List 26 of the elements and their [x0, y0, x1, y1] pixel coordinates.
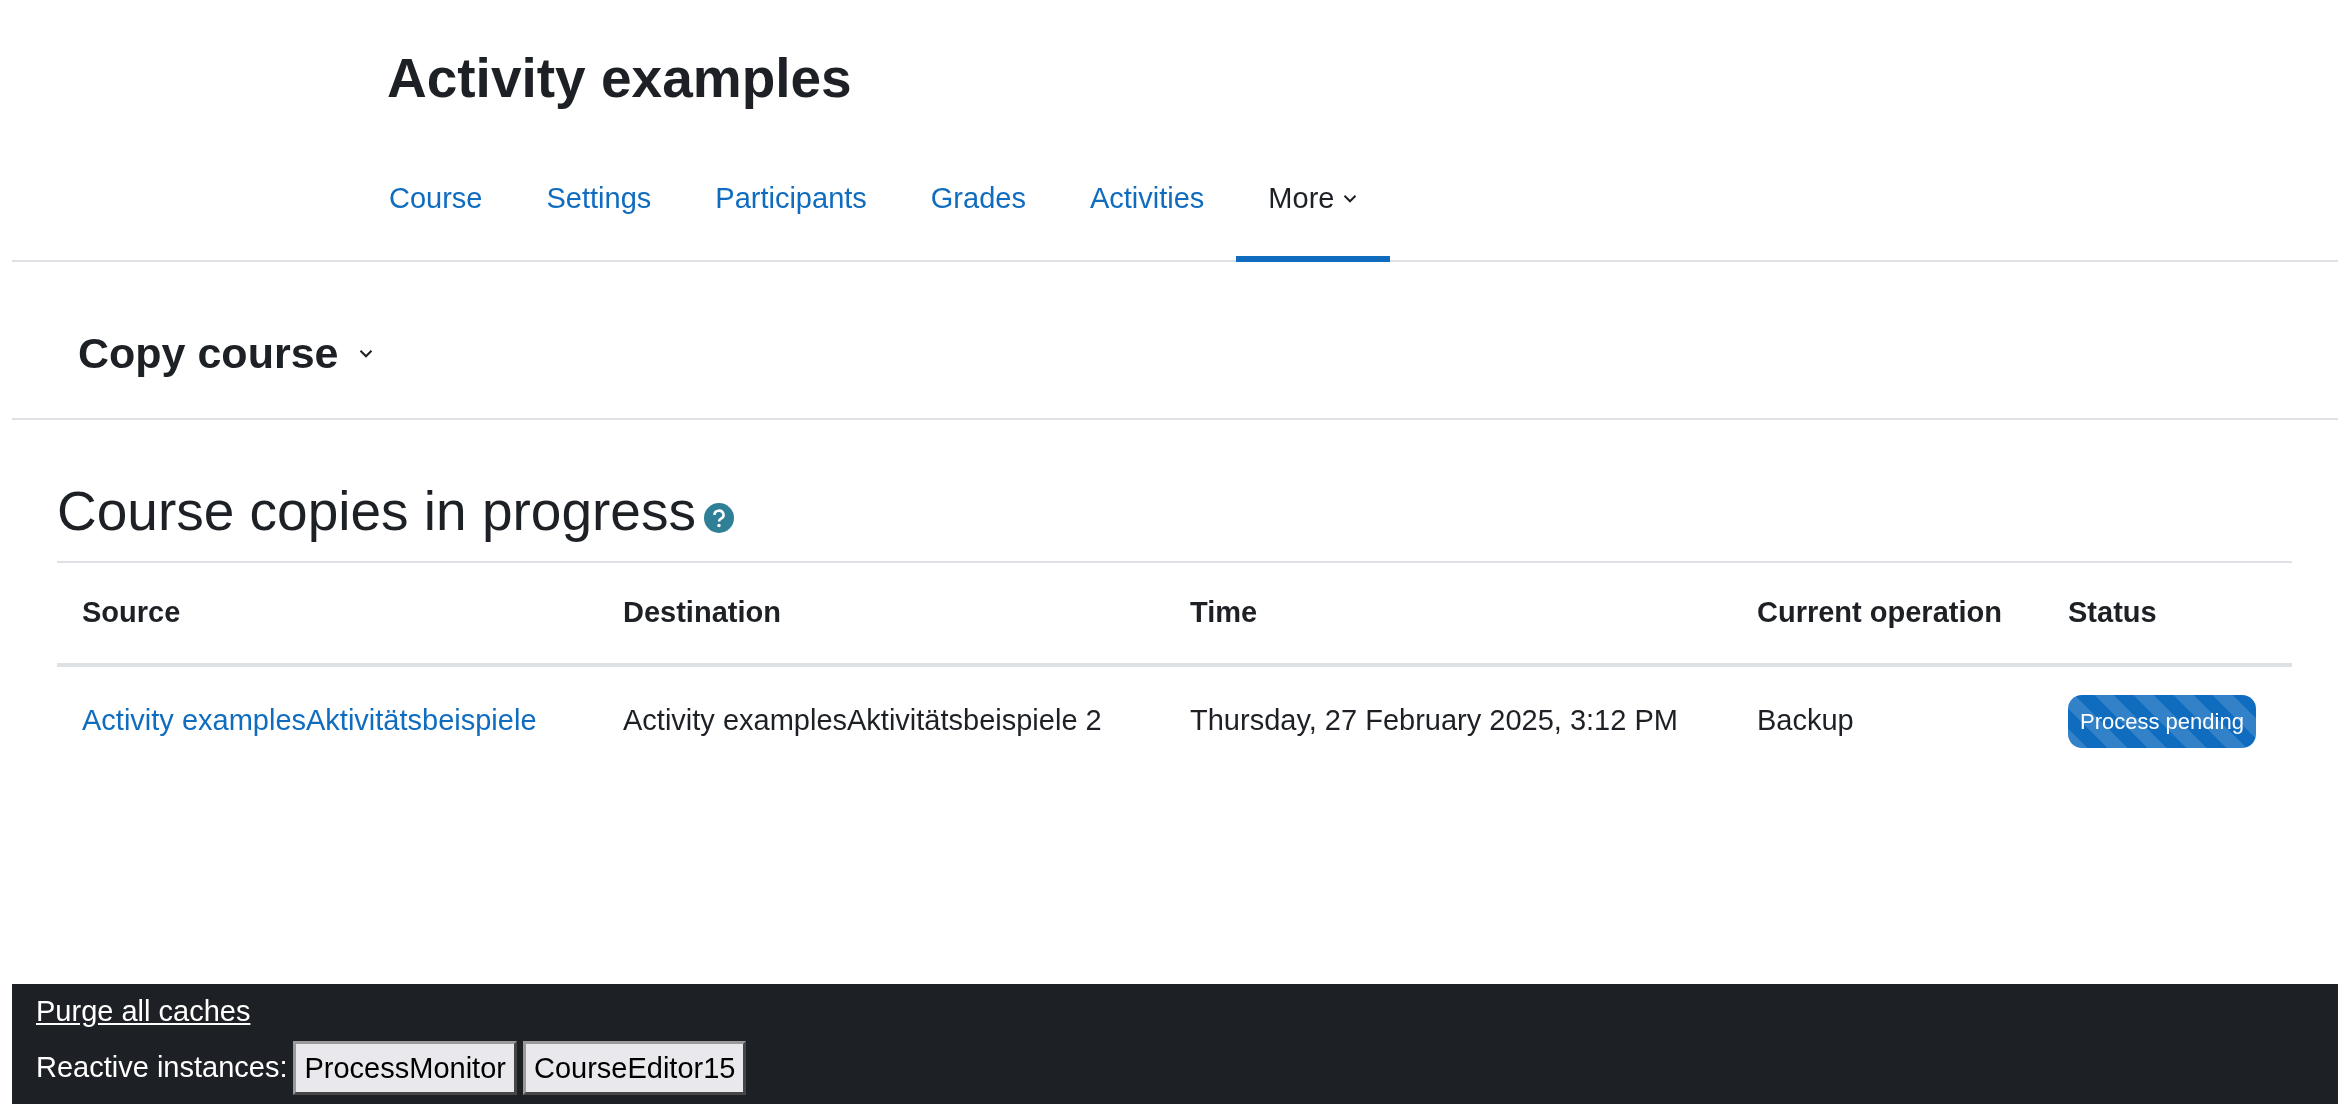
column-header: Source: [57, 562, 598, 665]
caret-icon: [1342, 192, 1359, 204]
table-cell: Activity examplesAktivitätsbeispiele 2: [598, 664, 1165, 776]
reactive-instance-button[interactable]: ProcessMonitor: [293, 1041, 517, 1095]
nav-tab[interactable]: Course: [357, 140, 515, 262]
nav-tab[interactable]: Settings: [514, 140, 684, 262]
nav-tab[interactable]: More: [1236, 140, 1391, 262]
column-header: Time: [1165, 562, 1732, 665]
section-heading: Course copies in progress: [57, 479, 696, 544]
help-icon[interactable]: [703, 503, 734, 533]
source-course-link[interactable]: Activity examplesAktivitätsbeispiele: [82, 704, 537, 737]
column-header: Current operation: [1732, 562, 2043, 665]
column-header: Destination: [598, 562, 1165, 665]
action-menu-button[interactable]: Copy course: [78, 327, 375, 380]
table-cell: Thursday, 27 February 2025, 3:12 PM: [1165, 664, 1732, 776]
purge-caches-link[interactable]: Purge all caches: [36, 990, 251, 1031]
reactive-instance-button[interactable]: CourseEditor15: [522, 1041, 747, 1095]
caret-icon: [358, 348, 375, 359]
table-cell: Backup: [1732, 664, 2043, 776]
nav-tab[interactable]: Participants: [683, 140, 899, 262]
status-badge: Process pending: [2068, 694, 2256, 748]
nav-tab[interactable]: Grades: [898, 140, 1058, 262]
column-header: Status: [2043, 562, 2292, 665]
nav-tab[interactable]: Activities: [1057, 140, 1237, 262]
page-title: Activity examples: [387, 46, 853, 111]
reactive-instances-label: Reactive instances:: [36, 1050, 288, 1086]
